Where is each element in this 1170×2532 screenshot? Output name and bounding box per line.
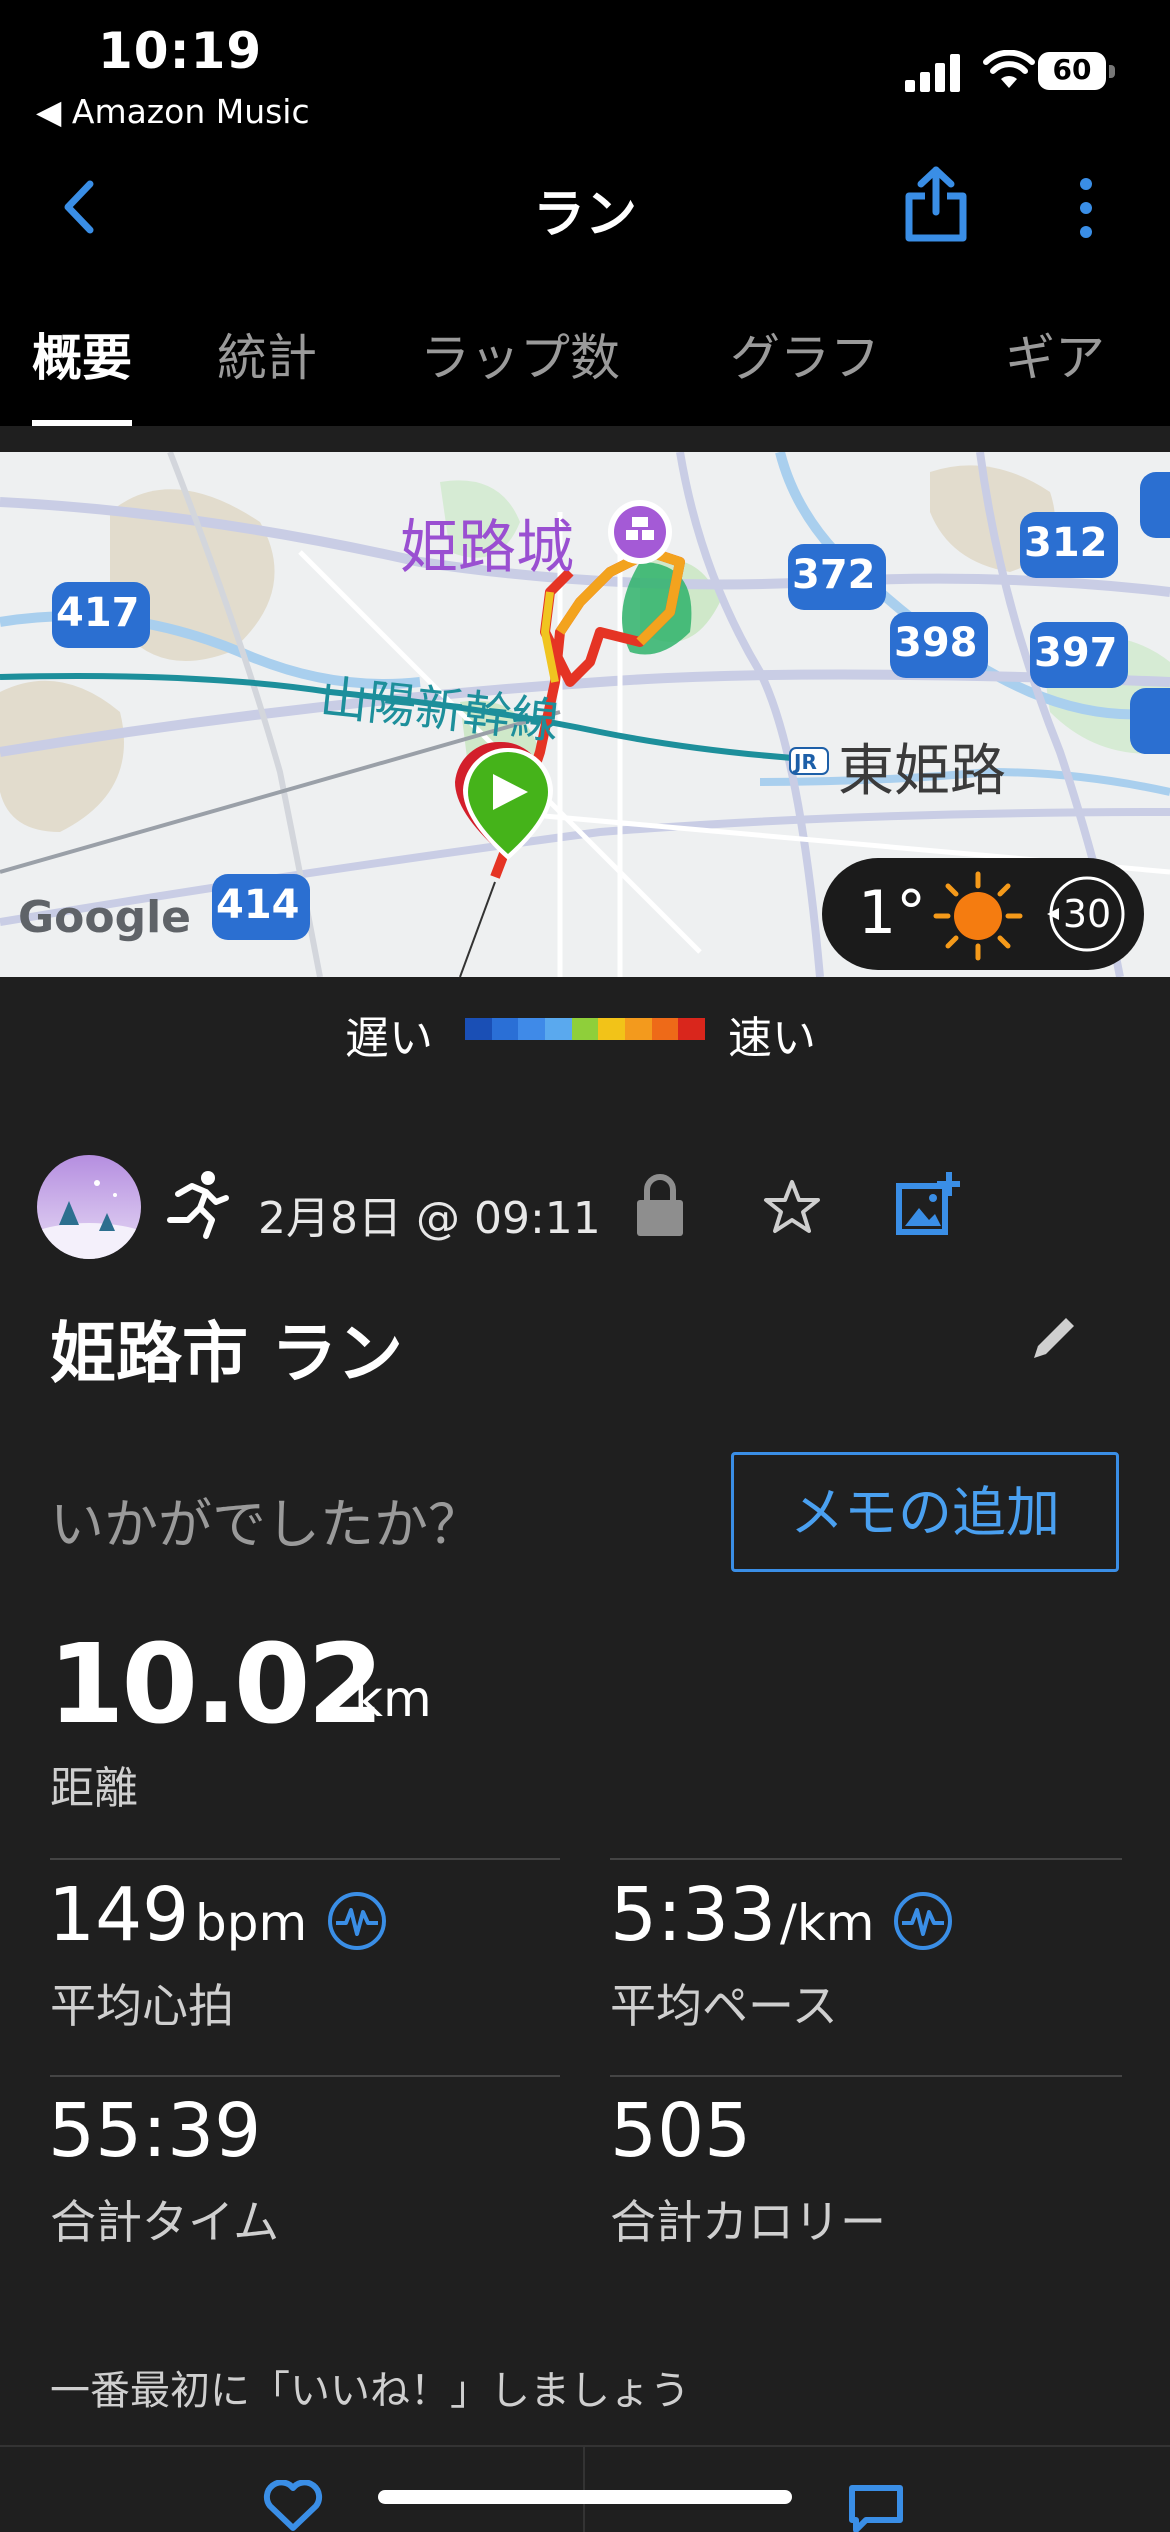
route-shield-414: 414 (216, 882, 300, 928)
tab-divider (0, 426, 1170, 452)
wifi-icon (983, 50, 1035, 88)
route-shield-417: 417 (56, 590, 140, 636)
distance-unit: km (354, 1670, 432, 1728)
add-photo-icon[interactable] (895, 1170, 960, 1238)
pace-color-segment (545, 1018, 572, 1040)
stat-divider (50, 2075, 560, 2077)
pace-color-segment (678, 1018, 706, 1040)
cellular-signal-icon (905, 54, 960, 92)
castle-label: 姫路城 (400, 513, 575, 581)
tab-stats[interactable]: 統計 (217, 318, 317, 390)
pace-color-scale (465, 1018, 706, 1040)
pace-color-segment (491, 1018, 519, 1040)
calories-label: 合計カロリー (610, 2195, 886, 2249)
route-shield-398: 398 (894, 620, 978, 666)
battery-level: 60 (1052, 53, 1092, 86)
heart-rate-unit: bpm (195, 1894, 308, 1952)
legend-slow-label: 遅い (345, 1013, 433, 1064)
station-label: 東姫路 (838, 739, 1006, 804)
activity-datetime: 2月8日 @ 09:11 (258, 1193, 601, 1244)
jr-label: JR (794, 750, 817, 774)
stat-divider (610, 2075, 1122, 2077)
sun-icon (933, 871, 1023, 961)
calories-value: 505 (610, 2088, 752, 2174)
lock-icon[interactable] (635, 1170, 685, 1238)
battery-icon: 60 (1038, 52, 1118, 92)
google-attribution: Google (18, 892, 191, 943)
activity-title: 姫路市 ラン (50, 1315, 403, 1392)
route-shield-372: 372 (792, 552, 876, 598)
tab-laps[interactable]: ラップ数 (420, 318, 620, 390)
pace-color-segment (598, 1018, 626, 1040)
feedback-prompt: いかがでしたか？ (50, 1493, 482, 1556)
home-indicator[interactable] (378, 2490, 792, 2504)
pace-color-segment (465, 1018, 492, 1040)
pace-label: 平均ペース (610, 1979, 838, 2033)
pace-pulse-icon[interactable] (892, 1890, 954, 1952)
more-options-icon[interactable] (1072, 176, 1100, 240)
pace-color-segment (518, 1018, 546, 1040)
like-prompt: 一番最初に「いいね！」しましょう (50, 2368, 690, 2414)
share-icon[interactable] (903, 166, 969, 242)
running-icon (167, 1171, 229, 1239)
temperature: 1° (858, 878, 927, 948)
pace-color-segment (571, 1018, 599, 1040)
edit-pencil-icon[interactable] (1030, 1310, 1082, 1362)
tab-gear[interactable]: ギア (1005, 318, 1105, 390)
heart-rate-pulse-icon[interactable] (326, 1890, 388, 1952)
pace-color-segment (651, 1018, 679, 1040)
pace-color-segment (625, 1018, 652, 1040)
wind-speed: 30 (1062, 892, 1112, 936)
heart-rate-label: 平均心拍 (50, 1979, 234, 2033)
bottom-bar-divider (0, 2445, 1170, 2447)
legend-fast-label: 速い (728, 1013, 816, 1064)
comment-icon[interactable] (848, 2484, 904, 2532)
heart-like-icon[interactable] (262, 2480, 324, 2532)
clock: 10:19 (98, 22, 263, 80)
avatar[interactable] (37, 1155, 141, 1259)
star-icon[interactable] (762, 1178, 822, 1236)
distance-label: 距離 (50, 1763, 138, 1814)
tab-overview[interactable]: 概要 (32, 318, 132, 390)
route-shield-397: 397 (1034, 630, 1118, 676)
add-memo-button[interactable]: メモの追加 (731, 1452, 1119, 1572)
stat-divider (50, 1858, 560, 1860)
distance-value: 10.02 (48, 1620, 384, 1748)
page-title: ラン (532, 185, 637, 245)
stat-divider (610, 1858, 1122, 1860)
heart-rate-value: 149 (48, 1872, 190, 1958)
route-shield-312: 312 (1024, 520, 1108, 566)
back-to-app-link[interactable]: ◀ Amazon Music (36, 92, 310, 131)
total-time-label: 合計タイム (50, 2195, 280, 2249)
total-time-value: 55:39 (48, 2088, 262, 2174)
pace-unit: /km (780, 1894, 875, 1952)
pace-value: 5:33 (610, 1872, 777, 1958)
tab-graphs[interactable]: グラフ (730, 318, 880, 390)
